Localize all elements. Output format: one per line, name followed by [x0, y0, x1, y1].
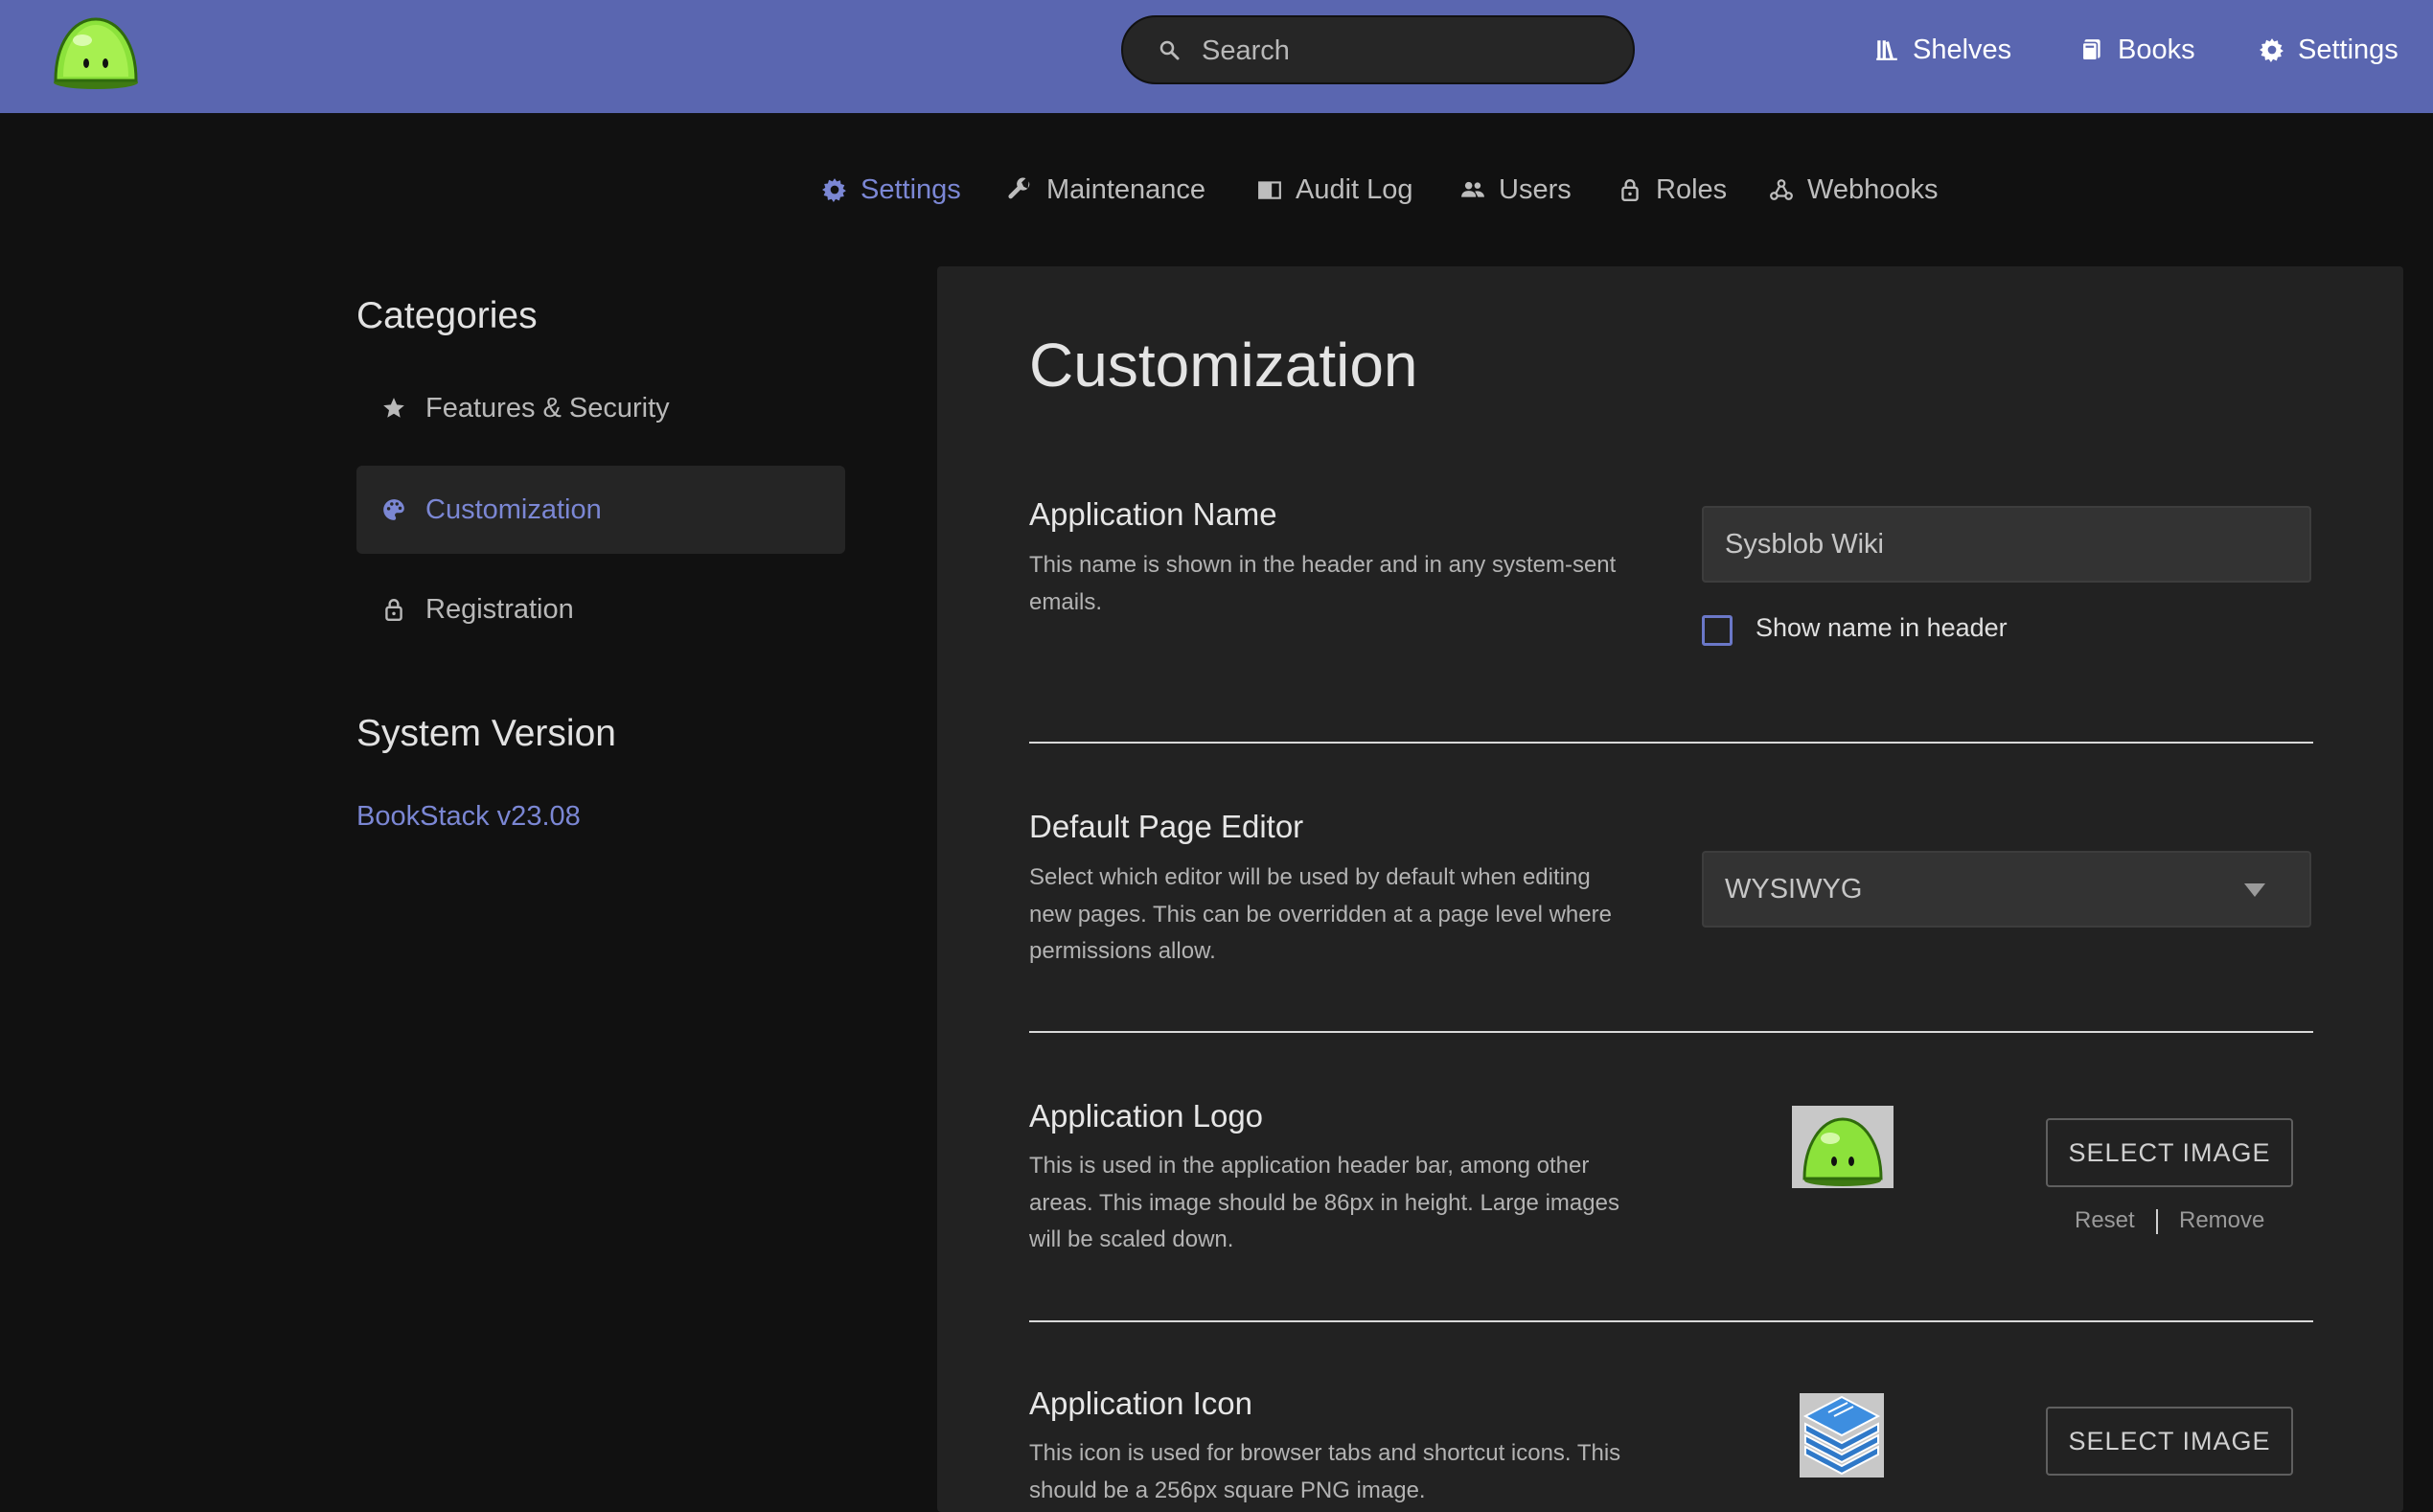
- editor-desc: Select which editor will be used by defa…: [1029, 864, 1612, 964]
- search-input[interactable]: [1200, 31, 1606, 71]
- chevron-down-icon: [2244, 883, 2265, 897]
- users-icon: [1461, 181, 1484, 197]
- tab-maintenance-label: Maintenance: [1046, 173, 1206, 205]
- page-title: Customization: [1029, 331, 1418, 400]
- tab-webhooks-label: Webhooks: [1807, 173, 1939, 205]
- sidebar-item-label: Customization: [425, 493, 602, 525]
- icon-title: Application Icon: [1029, 1386, 1252, 1421]
- shelves-icon: [1876, 40, 1897, 60]
- search-icon: [1159, 40, 1180, 60]
- icon-desc: This icon is used for browser tabs and s…: [1029, 1440, 1621, 1503]
- show-name-label[interactable]: Show name in header: [1756, 613, 2008, 643]
- nav-shelves-link[interactable]: Shelves: [1874, 29, 2011, 71]
- tab-roles-label: Roles: [1656, 173, 1728, 205]
- tab-audit-log-label: Audit Log: [1296, 173, 1413, 205]
- show-name-checkbox[interactable]: [1702, 615, 1733, 646]
- link-separator: [2156, 1209, 2158, 1234]
- tab-roles[interactable]: Roles: [1618, 169, 1727, 211]
- books-icon: [2081, 39, 2100, 61]
- lock-icon: [385, 599, 402, 622]
- app-name-title: Application Name: [1029, 496, 1277, 532]
- palette-icon: [383, 499, 404, 520]
- tab-users[interactable]: Users: [1460, 169, 1572, 211]
- select-icon-button[interactable]: SELECT IMAGE: [2046, 1407, 2293, 1476]
- book-open-icon: [1258, 181, 1281, 199]
- nav-settings-label: Settings: [2298, 34, 2399, 65]
- sidebar-item-label: Registration: [425, 593, 574, 625]
- tab-audit-log[interactable]: Audit Log: [1257, 169, 1413, 211]
- tab-users-label: Users: [1499, 173, 1572, 205]
- logo-title: Application Logo: [1029, 1098, 1264, 1134]
- select-logo-button[interactable]: SELECT IMAGE: [2046, 1118, 2293, 1187]
- logo-preview-image: [1792, 1106, 1894, 1188]
- app-name-desc: This name is shown in the header and in …: [1029, 552, 1617, 615]
- webhook-icon: [1770, 179, 1793, 200]
- tab-settings-label: Settings: [861, 173, 961, 205]
- reset-logo-link[interactable]: Reset: [2075, 1207, 2135, 1234]
- bookstack-books-icon: [1800, 1393, 1884, 1478]
- logo-desc: This is used in the application header b…: [1029, 1153, 1619, 1252]
- sidebar-item-customization[interactable]: Customization: [356, 466, 845, 554]
- divider: [1029, 1031, 2313, 1033]
- editor-title: Default Page Editor: [1029, 809, 1304, 844]
- tab-settings[interactable]: Settings: [822, 169, 961, 211]
- app-header: Shelves Books Settings: [0, 0, 2433, 113]
- app-name-input[interactable]: [1702, 506, 2311, 583]
- remove-logo-link[interactable]: Remove: [2179, 1207, 2264, 1234]
- divider: [1029, 742, 2313, 744]
- version-link[interactable]: BookStack v23.08: [356, 801, 581, 833]
- slime-logo-icon[interactable]: [50, 13, 142, 90]
- wrench-icon: [1008, 177, 1030, 199]
- search-box[interactable]: [1121, 15, 1635, 84]
- tab-maintenance[interactable]: Maintenance: [1008, 169, 1205, 211]
- gear-icon: [822, 178, 846, 202]
- divider: [1029, 1320, 2313, 1322]
- nav-books-label: Books: [2118, 34, 2195, 65]
- star-icon: [383, 398, 404, 418]
- editor-select[interactable]: WYSIWYG: [1702, 851, 2311, 928]
- gear-icon: [2260, 38, 2284, 62]
- sidebar-item-label: Features & Security: [425, 392, 670, 424]
- tab-webhooks[interactable]: Webhooks: [1769, 169, 1939, 211]
- categories-heading: Categories: [356, 295, 538, 336]
- editor-selected-value: WYSIWYG: [1725, 874, 1863, 905]
- lock-icon: [1621, 179, 1639, 202]
- nav-books-link[interactable]: Books: [2079, 29, 2195, 71]
- nav-shelves-label: Shelves: [1913, 34, 2012, 65]
- sidebar-item-features-security[interactable]: Features & Security: [356, 364, 845, 452]
- nav-settings-link[interactable]: Settings: [2260, 29, 2399, 71]
- system-version-heading: System Version: [356, 713, 616, 754]
- customization-card: Customization Application Name This name…: [937, 266, 2403, 1512]
- sidebar-item-registration[interactable]: Registration: [356, 565, 845, 653]
